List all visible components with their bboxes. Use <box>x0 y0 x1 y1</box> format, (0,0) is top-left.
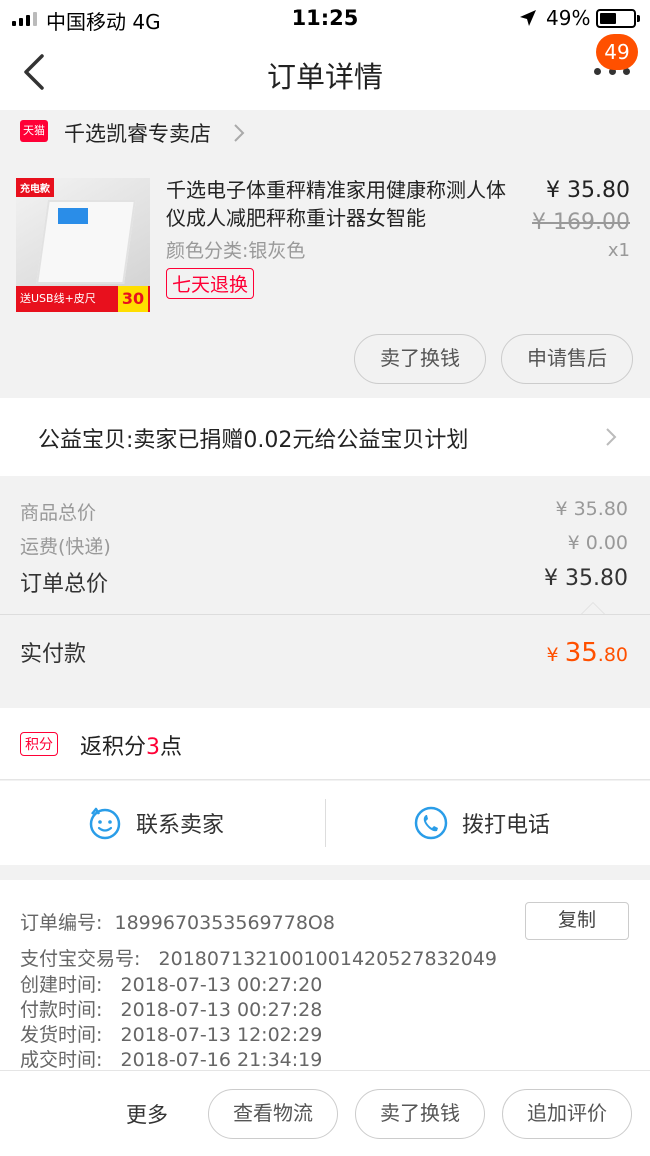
call-phone-button[interactable]: 拨打电话 <box>414 781 550 865</box>
alipay-number: 2018071321001001420527832049 <box>158 948 498 970</box>
product-item[interactable]: 充电款 送USB线+皮尺 30 千选电子体重秤精准家用健康称测人体仪成人减肥秤称… <box>0 160 650 398</box>
message-count-badge: 49 <box>596 34 638 70</box>
charity-text: 公益宝贝:卖家已捐赠0.02元给公益宝贝计划 <box>38 428 469 453</box>
contact-seller-label: 联系卖家 <box>136 813 225 838</box>
completed-time: 2018-07-16 21:34:19 <box>120 1049 323 1071</box>
order-total-label: 订单总价 <box>20 572 109 597</box>
resell-button[interactable]: 卖了换钱 <box>355 1089 485 1139</box>
created-label: 创建时间: <box>20 974 103 996</box>
thumbnail-tag: 充电款 <box>16 178 54 197</box>
order-total-value: ¥ 35.80 <box>544 566 628 591</box>
order-number-label: 订单编号: <box>20 912 103 934</box>
thumbnail-price: 30 <box>118 286 148 312</box>
phone-icon <box>414 806 448 840</box>
chat-face-icon <box>89 807 121 840</box>
shipping-row: 运费(快递) ¥ 0.00 <box>20 532 628 559</box>
product-price: ¥ 35.80 <box>546 178 630 203</box>
paid-time: 2018-07-13 00:27:28 <box>120 999 323 1021</box>
contact-row: 联系卖家 拨打电话 <box>0 781 650 865</box>
product-thumbnail[interactable]: 充电款 送USB线+皮尺 30 <box>16 178 150 312</box>
status-bar: 中国移动 4G 11:25 49% <box>0 0 650 38</box>
created-time: 2018-07-13 00:27:20 <box>120 974 323 996</box>
completed-label: 成交时间: <box>20 1049 103 1071</box>
goods-total-value: ¥ 35.80 <box>555 498 628 520</box>
goods-total-row: 商品总价 ¥ 35.80 <box>20 498 628 525</box>
shipped-time: 2018-07-13 12:02:29 <box>120 1024 323 1046</box>
product-title[interactable]: 千选电子体重秤精准家用健康称测人体仪成人减肥秤称重计器女智能 <box>166 176 516 232</box>
order-info: 订单编号: 1899670353569778O8 复制 支付宝交易号: 2018… <box>0 880 650 1072</box>
paid-label: 实付款 <box>20 642 87 667</box>
points-text: 返积分3点 <box>80 729 182 761</box>
original-price: ¥ 169.00 <box>532 210 630 235</box>
paid-amount: ¥ 35.80 <box>547 638 628 668</box>
contact-seller-button[interactable]: 联系卖家 <box>88 781 224 865</box>
store-name[interactable]: 千选凯睿专卖店 <box>64 118 211 148</box>
paid-time-label: 付款时间: <box>20 999 103 1021</box>
completed-time-line: 成交时间: 2018-07-16 21:34:19 <box>20 1045 322 1072</box>
divider <box>0 614 650 615</box>
paid-time-line: 付款时间: 2018-07-13 00:27:28 <box>20 995 322 1022</box>
price-summary: 商品总价 ¥ 35.80 运费(快递) ¥ 0.00 订单总价 ¥ 35.80 … <box>0 476 650 692</box>
tmall-logo-icon: 天猫 <box>20 120 48 142</box>
after-sale-button[interactable]: 申请售后 <box>501 334 633 384</box>
call-phone-label: 拨打电话 <box>462 813 551 838</box>
store-row[interactable]: 天猫 千选凯睿专卖店 <box>0 110 650 160</box>
shipped-label: 发货时间: <box>20 1024 103 1046</box>
paid-decimal: .80 <box>597 644 628 666</box>
order-number: 1899670353569778O8 <box>114 912 335 934</box>
created-time-line: 创建时间: 2018-07-13 00:27:20 <box>20 970 322 997</box>
divider <box>325 799 326 847</box>
more-button[interactable]: 更多 <box>126 1099 168 1129</box>
chevron-right-icon <box>234 124 245 142</box>
alipay-label: 支付宝交易号: <box>20 948 141 970</box>
location-arrow-icon <box>520 10 536 26</box>
bottom-action-bar: 更多 查看物流 卖了换钱 追加评价 <box>0 1070 650 1156</box>
product-sku: 颜色分类:银灰色 <box>166 240 306 262</box>
battery-percentage: 49% <box>546 6 591 30</box>
return-policy-tag: 七天退换 <box>166 268 255 299</box>
paid-row: 实付款 ¥ 35.80 <box>20 636 628 668</box>
charity-row[interactable]: 公益宝贝:卖家已捐赠0.02元给公益宝贝计划 <box>0 398 650 476</box>
points-suffix: 点 <box>160 735 183 760</box>
points-count: 3 <box>146 735 161 760</box>
points-prefix: 返积分 <box>80 735 147 760</box>
order-number-line: 订单编号: 1899670353569778O8 <box>20 908 335 935</box>
add-review-button[interactable]: 追加评价 <box>502 1089 632 1139</box>
caret-indicator <box>581 602 605 614</box>
shipping-value: ¥ 0.00 <box>567 532 628 554</box>
scale-display <box>58 208 88 224</box>
goods-total-label: 商品总价 <box>20 502 97 524</box>
view-logistics-button[interactable]: 查看物流 <box>208 1089 338 1139</box>
paid-currency: ¥ <box>546 644 559 666</box>
shipping-label: 运费(快递) <box>20 536 111 558</box>
battery-icon <box>596 9 640 28</box>
paid-integer: 35 <box>564 638 598 668</box>
chevron-right-icon <box>606 428 617 446</box>
navigation-bar: 订单详情 49 <box>0 34 650 110</box>
product-quantity: x1 <box>607 240 630 261</box>
order-total-row: 订单总价 ¥ 35.80 <box>20 566 628 598</box>
alipay-line: 支付宝交易号: 2018071321001001420527832049 <box>20 944 497 971</box>
points-row: 积分 返积分3点 <box>0 708 650 780</box>
shipped-time-line: 发货时间: 2018-07-13 12:02:29 <box>20 1020 322 1047</box>
copy-button[interactable]: 复制 <box>525 902 629 940</box>
resell-button[interactable]: 卖了换钱 <box>354 334 486 384</box>
points-badge: 积分 <box>20 732 58 756</box>
page-title: 订单详情 <box>266 60 383 94</box>
